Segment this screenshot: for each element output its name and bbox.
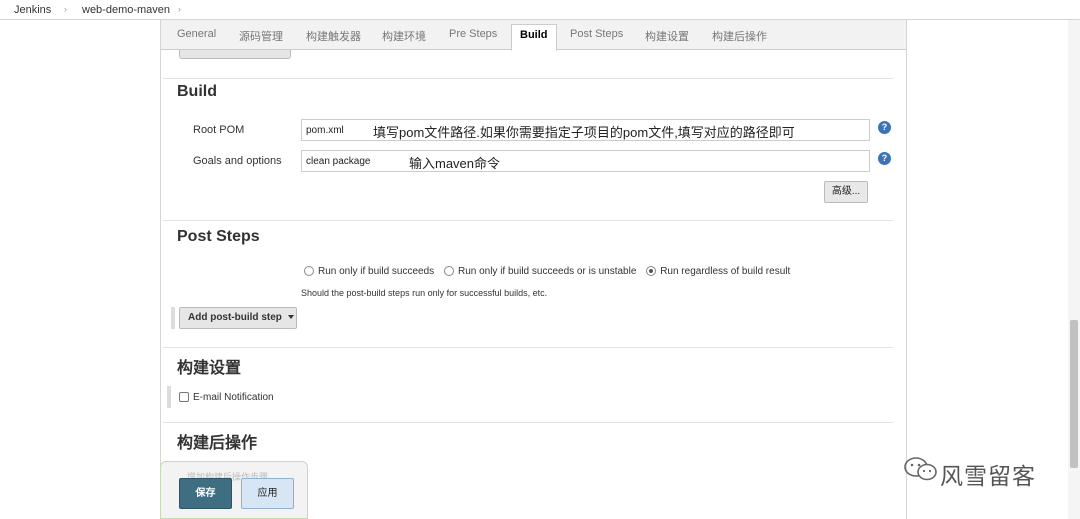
apply-button[interactable]: 应用 xyxy=(241,478,294,509)
tab-post-steps[interactable]: Post Steps xyxy=(570,28,623,40)
tab-triggers[interactable]: 构建触发器 xyxy=(306,28,361,44)
tab-scm[interactable]: 源码管理 xyxy=(239,28,283,44)
drag-handle xyxy=(167,386,171,408)
section-divider xyxy=(163,422,893,423)
radio-label: Run only if build succeeds xyxy=(318,266,435,277)
radio-build-succeeds[interactable] xyxy=(304,266,314,276)
tab-build-env[interactable]: 构建环境 xyxy=(382,28,426,44)
tab-build[interactable]: Build xyxy=(511,24,557,51)
scrollbar-thumb[interactable] xyxy=(1070,320,1078,468)
tab-pre-steps[interactable]: Pre Steps xyxy=(449,28,497,40)
help-icon[interactable]: ? xyxy=(878,152,891,165)
post-build-section-title: 构建后操作 xyxy=(177,435,258,452)
section-divider xyxy=(163,220,893,221)
radio-succeeds-or-unstable[interactable] xyxy=(443,266,454,276)
drag-handle[interactable] xyxy=(171,307,175,329)
tab-build-settings[interactable]: 构建设置 xyxy=(645,28,689,44)
root-pom-annotation: 填写pom文件路径.如果你需要指定子项目的pom文件,填写对应的路径即可 xyxy=(373,125,795,140)
build-section-title: Build xyxy=(177,83,217,100)
breadcrumb-project[interactable]: web-demo-maven xyxy=(82,4,170,16)
section-divider xyxy=(163,347,893,348)
radio-regardless[interactable] xyxy=(646,266,657,276)
config-panel: General 源码管理 构建触发器 构建环境 Pre Steps Build … xyxy=(160,20,907,519)
section-divider xyxy=(163,78,893,79)
breadcrumb-separator: › xyxy=(178,4,181,14)
add-pre-build-step-button[interactable] xyxy=(179,50,291,59)
radio-label: Run regardless of build result xyxy=(660,266,791,277)
page-scrollbar[interactable] xyxy=(1068,20,1080,519)
root-pom-label: Root POM xyxy=(193,124,245,136)
tab-general[interactable]: General xyxy=(177,28,216,40)
advanced-button[interactable]: 高级... xyxy=(824,181,868,203)
wechat-icon xyxy=(904,457,937,481)
tab-post-build[interactable]: 构建后操作 xyxy=(712,28,767,44)
add-post-build-step-button[interactable]: Add post-build step xyxy=(179,307,297,329)
goals-input[interactable] xyxy=(301,150,870,172)
breadcrumb-bar: Jenkins › web-demo-maven › xyxy=(0,0,1080,20)
save-button[interactable]: 保存 xyxy=(179,478,232,509)
help-icon[interactable]: ? xyxy=(878,121,891,134)
build-settings-section-title: 构建设置 xyxy=(177,360,242,377)
add-post-build-step-label: Add post-build step xyxy=(188,312,282,323)
email-notification-checkbox[interactable] xyxy=(179,392,189,402)
post-steps-condition-group: Run only if build succeeds Run only if b… xyxy=(304,266,797,277)
caret-down-icon xyxy=(287,315,294,319)
form-button-bar: 增加构建后操作步骤 保存 应用 xyxy=(160,461,308,519)
radio-label: Run only if build succeeds or is unstabl… xyxy=(457,266,637,277)
post-steps-hint: Should the post-build steps run only for… xyxy=(301,288,548,298)
goals-label: Goals and options xyxy=(193,155,282,167)
tab-bar: General 源码管理 构建触发器 构建环境 Pre Steps Build … xyxy=(161,20,906,51)
watermark-text: 风雪留客 xyxy=(940,463,1036,489)
email-notification-label: E-mail Notification xyxy=(193,392,274,403)
post-steps-section-title: Post Steps xyxy=(177,228,260,245)
goals-annotation: 输入maven命令 xyxy=(409,156,501,171)
breadcrumb-separator: › xyxy=(64,4,67,14)
breadcrumb-jenkins[interactable]: Jenkins xyxy=(14,4,51,16)
